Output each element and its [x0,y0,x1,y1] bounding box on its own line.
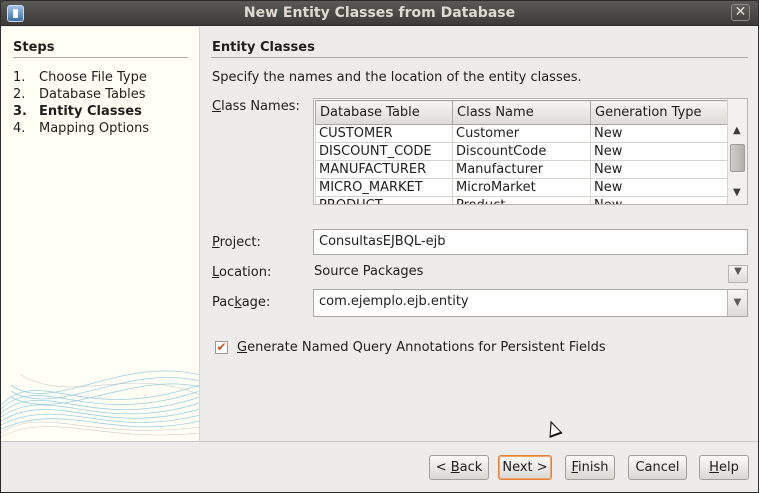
table-cell[interactable]: New [590,142,728,161]
package-combo[interactable]: com.ejemplo.ejb.entity ▼ [313,289,748,317]
steps-list: 1. Choose File Type 2. Database Tables 3. E… [13,70,149,138]
table-row[interactable]: MICRO_MARKET MicroMarket New [315,178,728,197]
table-cell[interactable]: New [590,196,728,204]
table-cell[interactable]: New [590,178,728,197]
cancel-button[interactable]: Cancel [628,455,687,480]
table-cell[interactable]: MicroMarket [452,178,591,197]
table-cell[interactable]: Manufacturer [452,160,591,179]
table-header-row: Database Table Class Name Generation Typ… [315,100,728,125]
named-query-checkbox[interactable]: ✔ [215,341,228,354]
back-button[interactable]: < Back [429,455,489,480]
steps-heading: Steps [13,40,55,55]
main-content: Entity Classes Specify the names and the… [211,27,751,441]
button-bar-divider [1,441,758,442]
column-header-database-table[interactable]: Database Table [315,100,453,125]
table-cell[interactable]: New [590,160,728,179]
finish-button[interactable]: Finish [565,455,615,480]
table-row[interactable]: PRODUCT Product New [315,196,728,204]
section-title: Entity Classes [212,40,315,55]
project-label: Project: [212,235,261,250]
table-cell[interactable]: Customer [452,124,591,143]
table-cell[interactable]: DISCOUNT_CODE [315,142,453,161]
chevron-down-icon[interactable]: ▼ [727,290,747,316]
window-title: New Entity Classes from Database [243,5,516,21]
decorative-waves-image [1,370,199,438]
class-names-label: Class Names: [212,99,300,114]
table-cell[interactable]: New [590,124,728,143]
location-label: Location: [212,265,272,280]
package-value: com.ejemplo.ejb.entity [319,294,469,309]
step-item-choose-file-type: 1. Choose File Type [13,70,147,85]
project-field[interactable]: ConsultasEJBQL-ejb [313,229,748,255]
table-cell[interactable]: PRODUCT [315,196,453,204]
table-vertical-scrollbar[interactable]: ▲ ▼ [727,99,747,204]
steps-divider [13,57,188,58]
named-query-label: Generate Named Query Annotations for Per… [237,340,606,355]
scrollbar-thumb[interactable] [730,144,745,172]
steps-panel: Steps 1. Choose File Type 2. Database Tabl… [1,27,200,441]
section-description: Specify the names and the location of th… [212,70,582,85]
table-row[interactable]: MANUFACTURER Manufacturer New [315,160,728,179]
title-bar[interactable]: New Entity Classes from Database ✕ [1,1,758,26]
next-button[interactable]: Next > [498,455,552,480]
table-cell[interactable]: MANUFACTURER [315,160,453,179]
location-combo[interactable]: Source Packages ▼ [313,261,748,285]
class-names-grid: Database Table Class Name Generation Typ… [315,100,728,204]
column-header-class-name[interactable]: Class Name [452,100,591,125]
scroll-down-icon[interactable]: ▼ [733,187,741,198]
column-header-generation-type[interactable]: Generation Type [590,100,728,125]
section-divider [211,57,748,58]
close-button[interactable]: ✕ [731,4,750,21]
table-row[interactable]: CUSTOMER Customer New [315,124,728,143]
chevron-down-icon[interactable]: ▼ [728,265,748,283]
table-cell[interactable]: DiscountCode [452,142,591,161]
scroll-up-icon[interactable]: ▲ [733,125,741,136]
table-cell[interactable]: CUSTOMER [315,124,453,143]
step-item-entity-classes: 3. Entity Classes [13,104,142,119]
package-label: Package: [212,295,271,310]
location-value: Source Packages [314,264,424,279]
step-item-mapping-options: 4. Mapping Options [13,121,150,136]
table-cell[interactable]: MICRO_MARKET [315,178,453,197]
named-query-option[interactable]: ✔ Generate Named Query Annotations for P… [215,340,606,355]
help-button[interactable]: Help [699,455,749,480]
step-item-database-tables: 2. Database Tables [13,87,146,102]
table-row[interactable]: DISCOUNT_CODE DiscountCode New [315,142,728,161]
class-names-table[interactable]: Database Table Class Name Generation Typ… [313,98,748,205]
dialog-window: New Entity Classes from Database ✕ Steps… [0,0,759,493]
table-cell[interactable]: Product [452,196,591,204]
